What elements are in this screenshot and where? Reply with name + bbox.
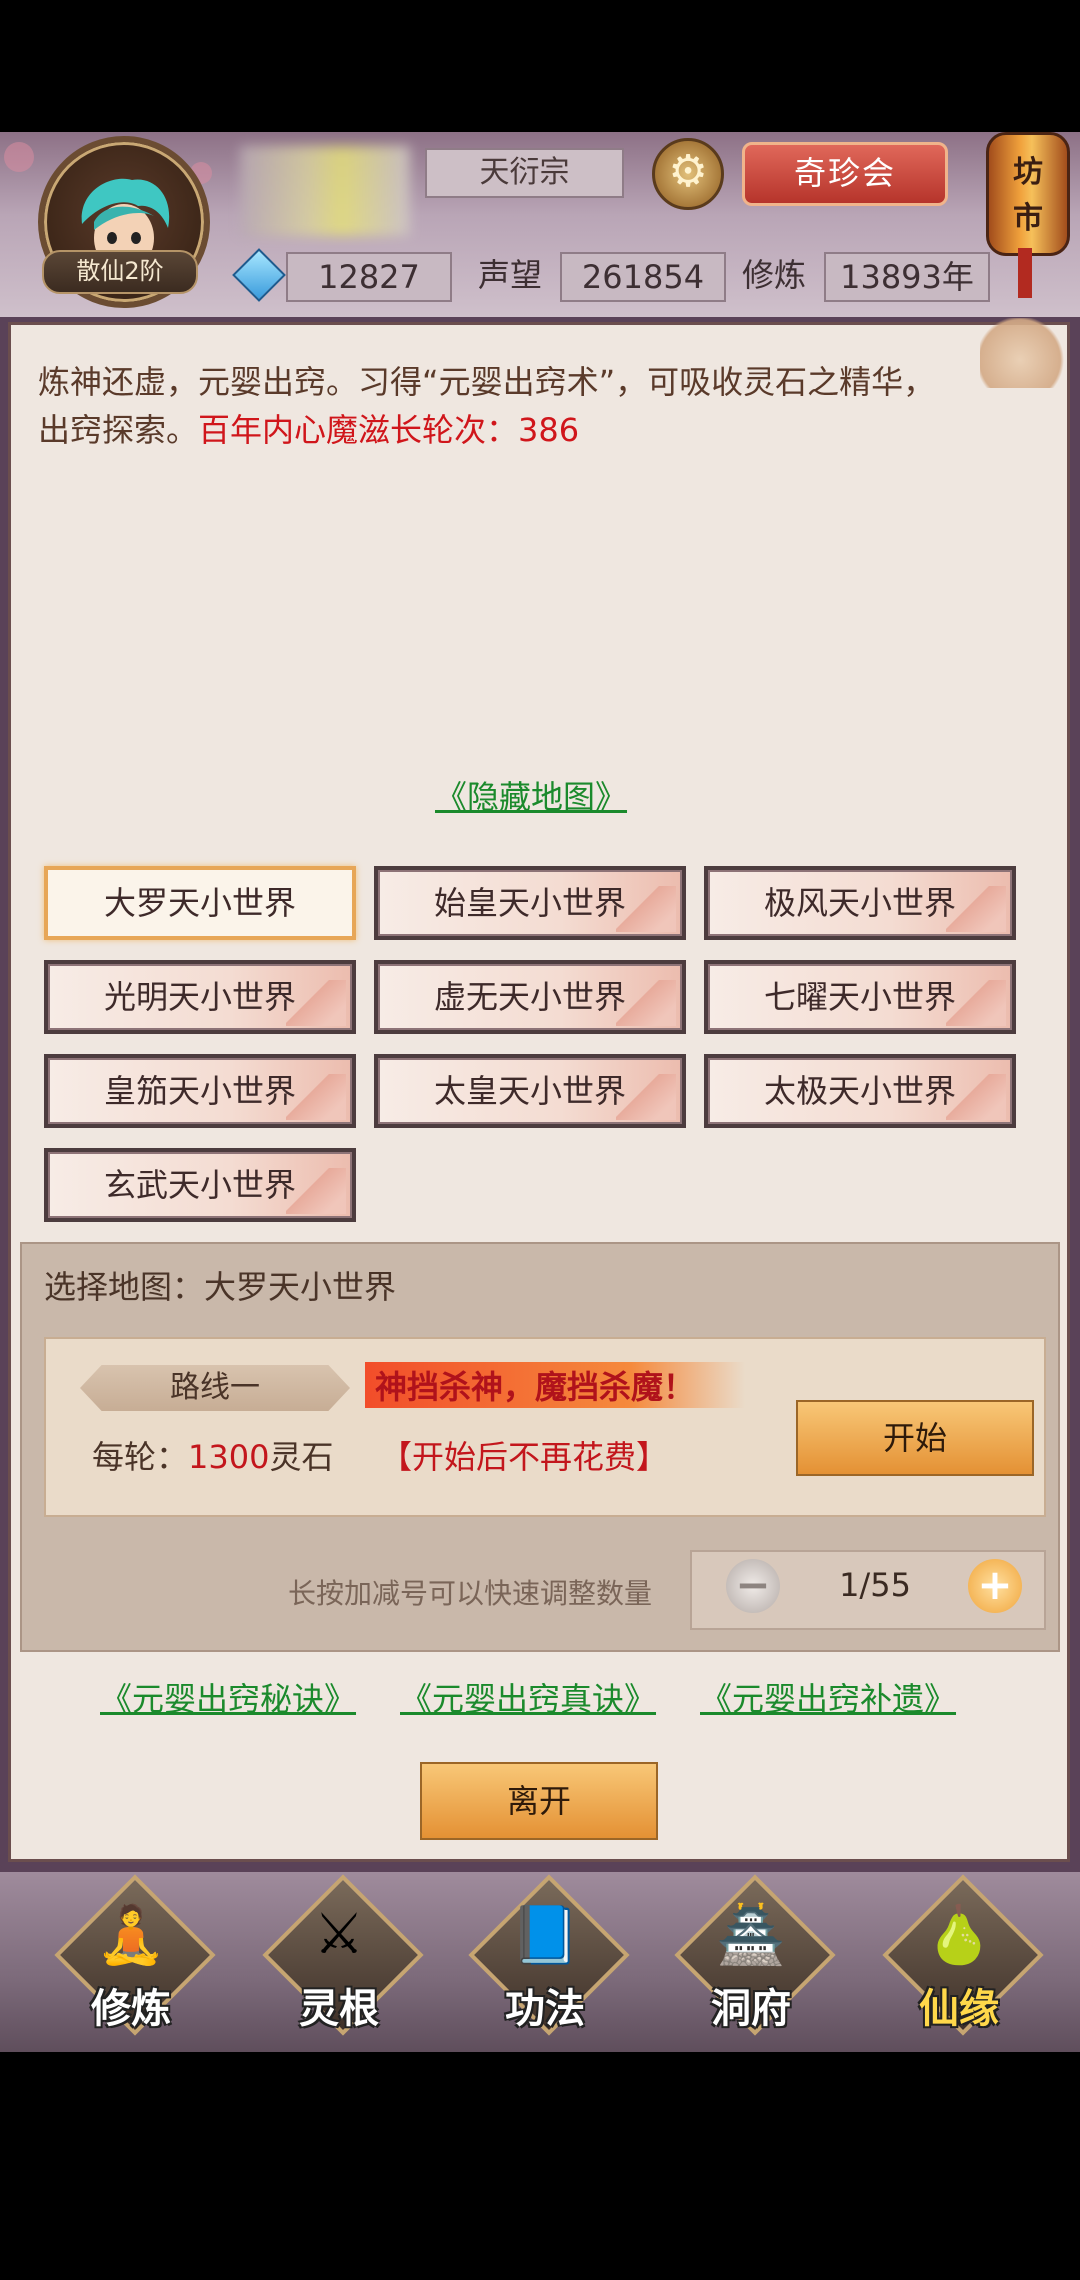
nav-cave[interactable]: 🏯 洞府 [674, 1874, 836, 2038]
nav-label: 灵根 [299, 1985, 379, 2032]
settings-gear-icon[interactable]: ⚙ [652, 138, 724, 210]
nav-label: 功法 [505, 1985, 585, 2032]
leave-button[interactable]: 离开 [420, 1762, 658, 1840]
stepper-hint: 长按加减号可以快速调整数量 [288, 1577, 653, 1610]
cost-prefix: 每轮： [92, 1438, 189, 1476]
map-button-taijitian[interactable]: 太极天小世界 [704, 1054, 1016, 1128]
nav-fate[interactable]: 🍐 仙缘 [882, 1874, 1044, 2038]
rank-badge: 散仙2阶 [42, 250, 198, 294]
map-button-taihuangtian[interactable]: 太皇天小世界 [374, 1054, 686, 1128]
gourd-icon: 🍐 [924, 1903, 994, 1968]
route-slogan: 神挡杀神，魔挡杀魔！ [365, 1362, 746, 1408]
nav-label: 洞府 [711, 1985, 791, 2032]
market-label-top: 坊 [1013, 155, 1043, 190]
selected-map-label: 选择地图：大罗天小世界 [44, 1268, 397, 1306]
inner-demon-rounds: 百年内心魔滋长轮次：386 [198, 411, 580, 449]
intro-text: 炼神还虚，元婴出窍。习得“元婴出窍术”，可吸收灵石之精华，出窍探索。百年内心魔滋… [38, 358, 958, 454]
book-icon: 📘 [510, 1903, 580, 1968]
mountain-decoration [616, 886, 676, 932]
cultivation-label: 修炼 [742, 256, 807, 294]
mountain-decoration [616, 980, 676, 1026]
game-screen: 散仙2阶 天衍宗 ⚙ 奇珍会 坊 市 12827 声望 261854 修炼 13… [0, 132, 1080, 2052]
spirit-stone-count: 12827 [286, 252, 452, 302]
map-button-qiyaotian[interactable]: 七曜天小世界 [704, 960, 1016, 1034]
secret-art-link[interactable]: 《元婴出窍秘诀》 [100, 1674, 356, 1720]
route-tag[interactable]: 路线一 [80, 1365, 350, 1411]
pagoda-icon: 🏯 [716, 1903, 786, 1968]
map-label: 虚无天小世界 [433, 978, 626, 1016]
plus-icon[interactable]: + [968, 1559, 1022, 1613]
nav-cultivate[interactable]: 🧘 修炼 [54, 1874, 216, 2038]
market-lantern-button[interactable]: 坊 市 [986, 132, 1070, 256]
monk-icon: 🧘 [96, 1903, 166, 1968]
map-label: 太极天小世界 [763, 1072, 956, 1110]
lantern-tassel [1018, 248, 1032, 298]
sword-icon: ⚔ [313, 1902, 365, 1967]
map-button-huangjiatian[interactable]: 皇笳天小世界 [44, 1054, 356, 1128]
market-label-bottom: 市 [1013, 201, 1043, 236]
mountain-decoration [946, 886, 1006, 932]
map-button-xuanwutian[interactable]: 玄武天小世界 [44, 1148, 356, 1222]
map-button-shihuangtian[interactable]: 始皇天小世界 [374, 866, 686, 940]
nav-techniques[interactable]: 📘 功法 [468, 1874, 630, 2038]
map-label: 极风天小世界 [763, 884, 956, 922]
mountain-decoration [946, 980, 1006, 1026]
hidden-map-link[interactable]: 《隐藏地图》 [435, 772, 627, 818]
mountain-decoration [286, 1168, 346, 1214]
map-button-jifengtian[interactable]: 极风天小世界 [704, 866, 1016, 940]
mountain-decoration [616, 1074, 676, 1120]
cost-value: 1300 [188, 1438, 270, 1476]
mountain-decoration [286, 980, 346, 1026]
minus-icon[interactable]: − [726, 1559, 780, 1613]
map-button-xuwutian[interactable]: 虚无天小世界 [374, 960, 686, 1034]
map-label: 大罗天小世界 [103, 884, 296, 922]
map-label: 玄武天小世界 [103, 1166, 296, 1204]
supplement-link[interactable]: 《元婴出窍补遗》 [700, 1674, 956, 1720]
mountain-decoration [286, 1074, 346, 1120]
map-label: 光明天小世界 [103, 978, 296, 1016]
nav-label: 仙缘 [919, 1985, 999, 2032]
cost-note: 【开始后不再花费】 [380, 1438, 669, 1476]
map-button-guangmingtian[interactable]: 光明天小世界 [44, 960, 356, 1034]
start-button[interactable]: 开始 [796, 1400, 1034, 1476]
cultivation-years: 13893年 [824, 252, 990, 302]
map-button-daluotian[interactable]: 大罗天小世界 [44, 866, 356, 940]
map-label: 七曜天小世界 [763, 978, 956, 1016]
cost-unit: 灵石 [269, 1438, 334, 1476]
sect-name: 天衍宗 [425, 148, 624, 198]
true-art-link[interactable]: 《元婴出窍真诀》 [400, 1674, 656, 1720]
mountain-decoration [946, 1074, 1006, 1120]
nav-label: 修炼 [91, 1985, 171, 2032]
stepper-value: 1/55 [839, 1566, 911, 1604]
reputation-value: 261854 [560, 252, 726, 302]
reputation-label: 声望 [478, 256, 543, 294]
map-label: 太皇天小世界 [433, 1072, 626, 1110]
map-label: 始皇天小世界 [433, 884, 626, 922]
cost-per-round: 每轮：1300灵石 [92, 1432, 333, 1478]
nav-spirit-root[interactable]: ⚔ 灵根 [262, 1874, 424, 2038]
treasure-auction-button[interactable]: 奇珍会 [742, 142, 948, 206]
map-label: 皇笳天小世界 [103, 1072, 296, 1110]
player-name-blurred [240, 146, 410, 236]
cloud-decoration [980, 318, 1080, 388]
